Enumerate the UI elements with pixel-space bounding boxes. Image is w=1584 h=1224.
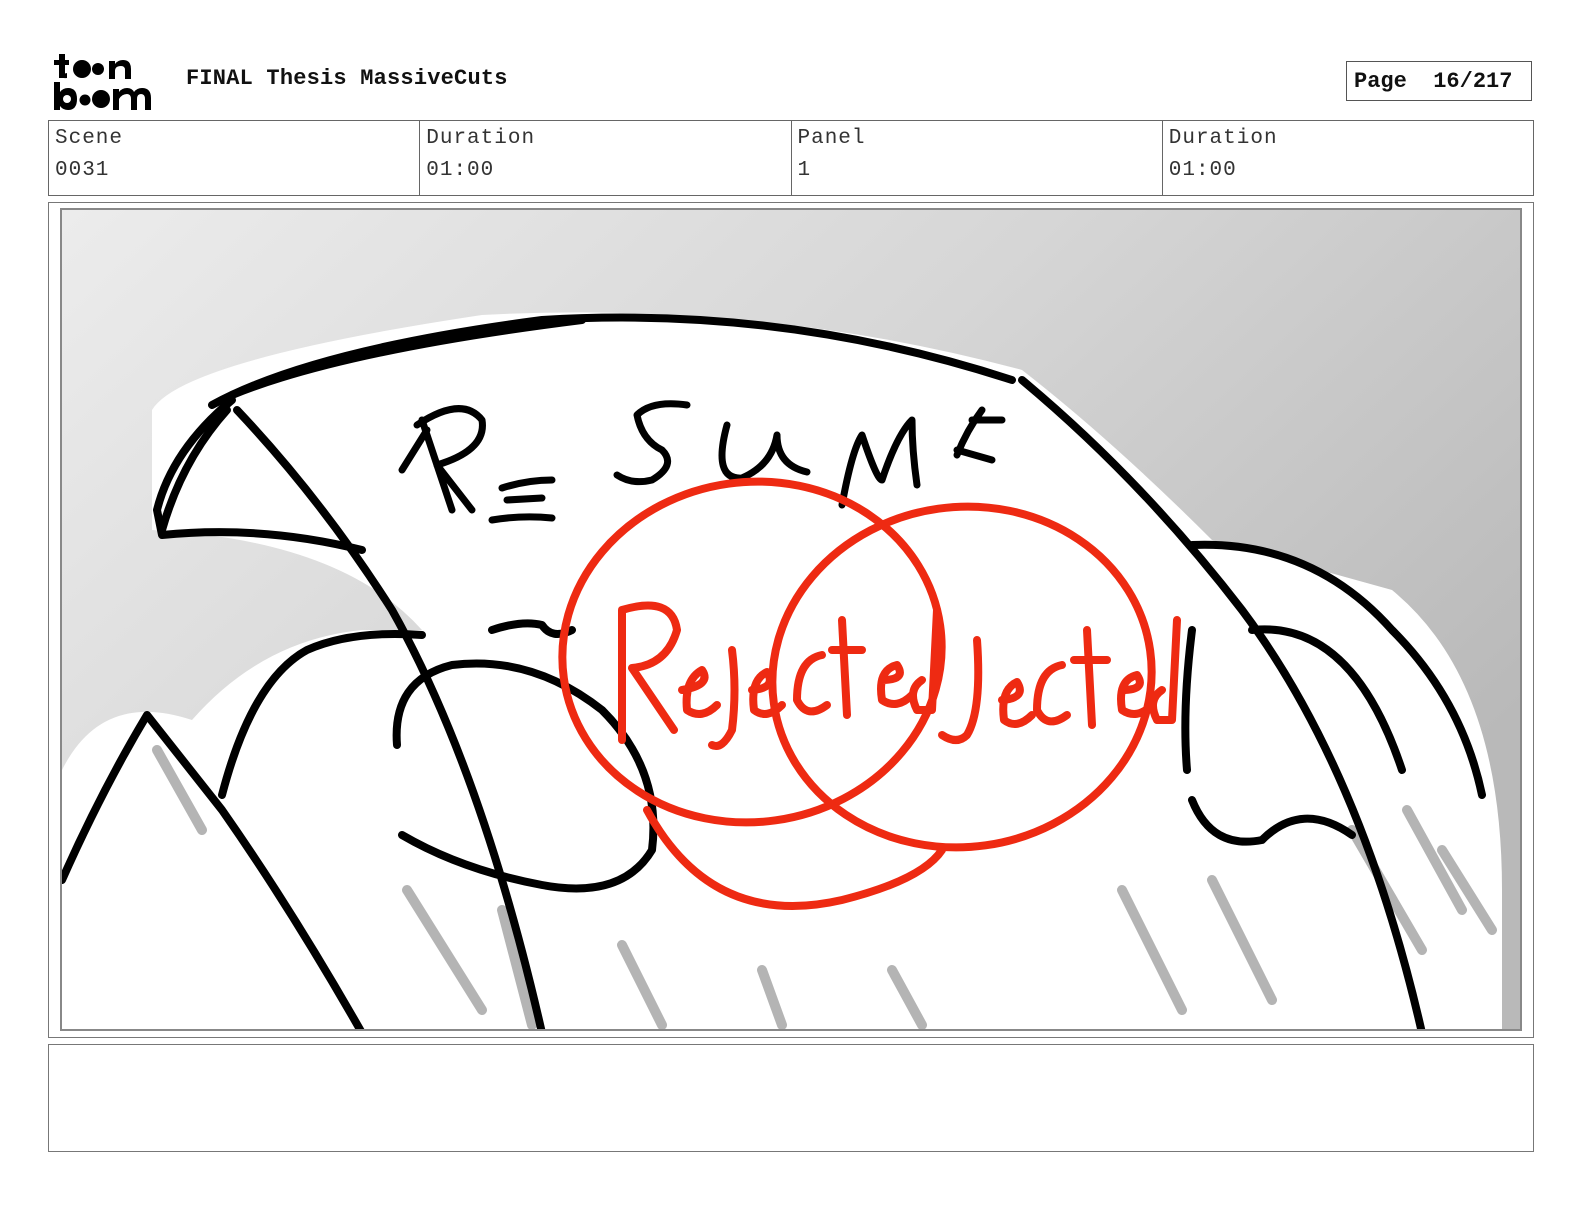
scene-info-table: Scene 0031 Duration 01:00 Panel 1 Durati… bbox=[48, 120, 1534, 196]
storyboard-panel-image bbox=[60, 208, 1522, 1031]
scene-value: 0031 bbox=[55, 159, 110, 182]
panel-label: Panel bbox=[797, 127, 866, 150]
scene-duration-label: Duration bbox=[426, 127, 536, 150]
page-label: Page bbox=[1354, 68, 1407, 94]
scene-duration-cell: Duration 01:00 bbox=[420, 121, 792, 195]
toon-boom-logo bbox=[52, 52, 164, 112]
scene-duration-value: 01:00 bbox=[426, 159, 495, 182]
panel-notes-box bbox=[48, 1044, 1534, 1152]
scene-cell: Scene 0031 bbox=[49, 121, 421, 195]
resume-rejected-sketch bbox=[62, 210, 1520, 1029]
panel-duration-value: 01:00 bbox=[1168, 159, 1237, 182]
document-title: FINAL Thesis MassiveCuts bbox=[186, 66, 508, 91]
page-indicator: Page 16/217 bbox=[1346, 61, 1532, 101]
panel-duration-cell: Duration 01:00 bbox=[1163, 121, 1533, 195]
scene-label: Scene bbox=[55, 127, 124, 150]
panel-value: 1 bbox=[797, 159, 812, 182]
panel-cell: Panel 1 bbox=[792, 121, 1163, 195]
page-number: 16/217 bbox=[1433, 68, 1513, 94]
panel-duration-label: Duration bbox=[1168, 127, 1278, 150]
